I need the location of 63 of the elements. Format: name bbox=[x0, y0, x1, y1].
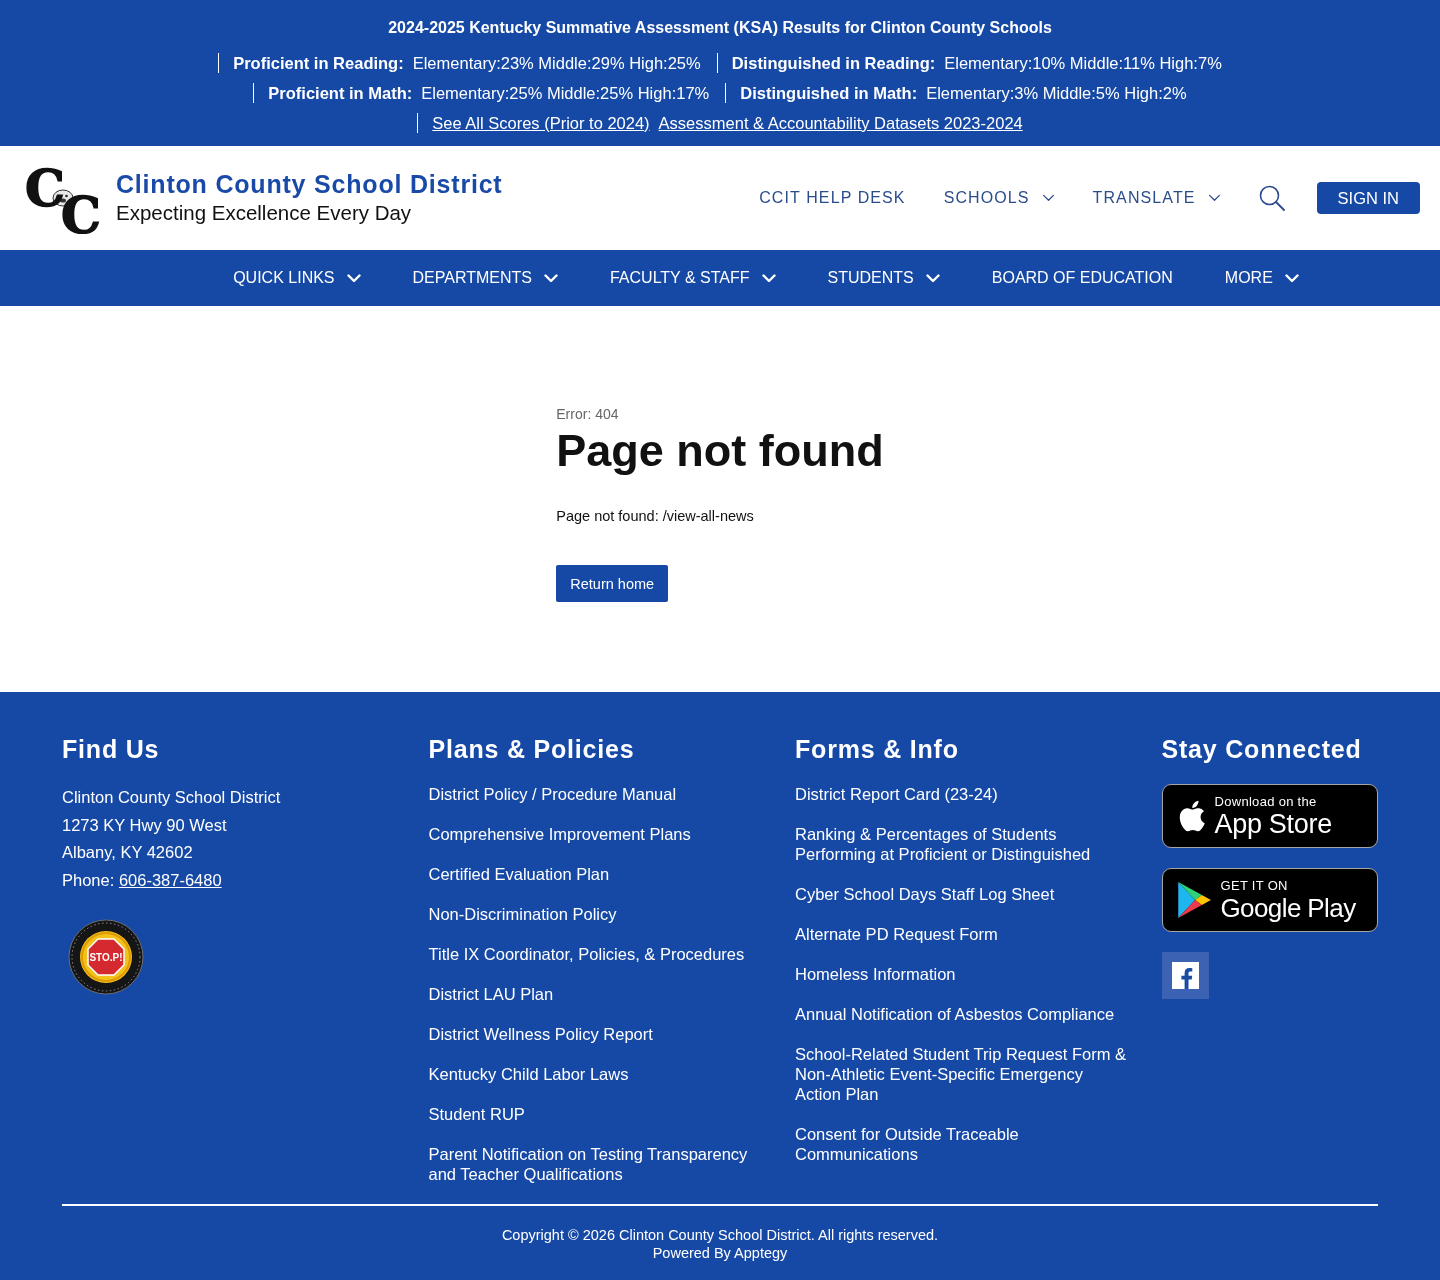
banner-title: 2024-2025 Kentucky Summative Assessment (KSA) Results for Clinton County Schools bbox=[388, 18, 1052, 38]
sign-in-button[interactable]: SIGN IN bbox=[1316, 182, 1420, 214]
play-triangle-icon bbox=[1175, 880, 1212, 920]
footer-link[interactable]: Consent for Outside Traceable Communications bbox=[795, 1124, 1130, 1164]
header-link[interactable]: TRANSLATE bbox=[1092, 189, 1221, 207]
footer-link[interactable]: Student RUP bbox=[428, 1104, 525, 1124]
score-values: Elementary:10% Middle:11% High:7% bbox=[944, 53, 1222, 73]
footer-link[interactable]: Certified Evaluation Plan bbox=[428, 864, 610, 884]
footer-link[interactable]: District Policy / Procedure Manual bbox=[428, 784, 677, 804]
nav-menu-item[interactable]: QUICK LINKS bbox=[233, 269, 361, 287]
nav-menu-item[interactable]: FACULTY & STAFF bbox=[609, 269, 776, 287]
score-label: Proficient in Math: bbox=[268, 83, 413, 103]
footer-link[interactable]: Alternate PD Request Form bbox=[795, 924, 998, 944]
footer-link[interactable]: Cyber School Days Staff Log Sheet bbox=[795, 884, 1055, 904]
header-link[interactable]: CCIT HELP DESK bbox=[759, 189, 906, 207]
score-values: Elementary:3% Middle:5% High:2% bbox=[926, 83, 1187, 103]
footer-link[interactable]: Title IX Coordinator, Policies, & Procedures bbox=[428, 944, 745, 964]
footer-link[interactable]: Comprehensive Improvement Plans bbox=[428, 824, 691, 844]
score-label: Distinguished in Reading: bbox=[731, 53, 936, 73]
nav-menu-item[interactable]: DEPARTMENTS bbox=[412, 269, 558, 287]
copyright-text: Copyright © 2026 Clinton County School District. All rights reserved. bbox=[501, 1226, 939, 1244]
footer-link[interactable]: District LAU Plan bbox=[428, 984, 554, 1004]
address-line: 1273 KY Hwy 90 West bbox=[62, 814, 227, 836]
footer-heading: Find Us bbox=[62, 734, 160, 765]
address-line: Albany, KY 42602 bbox=[62, 842, 193, 863]
app-store-button[interactable]: Download on the App Store bbox=[1161, 784, 1378, 848]
score-label: Distinguished in Math: bbox=[740, 83, 918, 103]
nav-menu-item[interactable]: STUDENTS bbox=[827, 269, 940, 287]
score-values: Elementary:25% Middle:25% High:17% bbox=[421, 83, 710, 103]
footer-link[interactable]: Non-Discrimination Policy bbox=[428, 904, 617, 924]
phone-link[interactable]: 606-387-6480 bbox=[118, 870, 222, 889]
footer-link[interactable]: School-Related Student Trip Request Form & Non-Athletic Event-Specific Emergency Action Plan bbox=[795, 1044, 1130, 1104]
search-icon[interactable] bbox=[1258, 185, 1285, 211]
error-message: Page not found: /view-all-news bbox=[556, 507, 754, 526]
footer-link[interactable]: District Report Card (23-24) bbox=[795, 784, 998, 804]
footer-link[interactable]: Parent Notification on Testing Transparency and Teacher Qualifications bbox=[428, 1144, 764, 1184]
phone-line: Phone: 606-387-6480 bbox=[62, 869, 222, 891]
footer-link[interactable]: Ranking & Percentages of Students Performing at Proficient or Distinguished bbox=[795, 824, 1130, 864]
page-heading: Page not found bbox=[556, 424, 884, 478]
address-line: Clinton County School District bbox=[62, 787, 281, 808]
score-values: Elementary:23% Middle:29% High:25% bbox=[412, 53, 701, 73]
footer-link[interactable]: Kentucky Child Labor Laws bbox=[428, 1064, 629, 1084]
facebook-icon[interactable] bbox=[1161, 952, 1209, 999]
footer-heading: Stay Connected bbox=[1161, 734, 1362, 765]
return-home-button[interactable]: Return home bbox=[556, 565, 669, 602]
banner-link[interactable]: See All Scores (Prior to 2024) bbox=[432, 113, 650, 133]
banner-link[interactable]: Assessment & Accountability Datasets 2023-2024 bbox=[658, 113, 1023, 133]
footer-link[interactable]: District Wellness Policy Report bbox=[428, 1024, 653, 1044]
site-tagline: Expecting Excellence Every Day bbox=[116, 200, 412, 226]
footer-heading: Plans & Policies bbox=[428, 734, 635, 765]
score-label: Proficient in Reading: bbox=[233, 53, 404, 73]
site-title[interactable]: Clinton County School District bbox=[116, 169, 503, 199]
footer-heading: Forms & Info bbox=[795, 734, 959, 765]
footer-link[interactable]: Annual Notification of Asbestos Compliance bbox=[795, 1004, 1115, 1024]
nav-menu-item[interactable]: BOARD OF EDUCATION bbox=[991, 269, 1173, 287]
powered-by-text: Powered By Apptegy bbox=[652, 1244, 788, 1262]
footer-link[interactable]: Homeless Information bbox=[795, 964, 956, 984]
error-code: Error: 404 bbox=[556, 405, 619, 424]
stop-badge[interactable]: STO.P! bbox=[68, 919, 144, 995]
district-logo[interactable]: CC bbox=[24, 162, 100, 234]
nav-menu-item[interactable]: MORE bbox=[1224, 269, 1299, 287]
google-play-button[interactable]: GET IT ON Google Play bbox=[1161, 868, 1378, 932]
header-link[interactable]: SCHOOLS bbox=[943, 189, 1055, 207]
